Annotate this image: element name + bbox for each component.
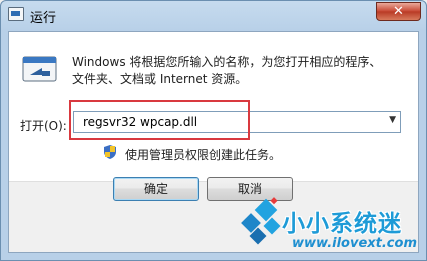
run-app-icon: [8, 7, 24, 21]
ok-button[interactable]: 确定: [113, 177, 199, 201]
description-line-2: 文件夹、文档或 Internet 资源。: [72, 72, 248, 86]
run-app-icon: [22, 56, 57, 82]
window-title: 运行: [30, 11, 57, 26]
highlight-box: [69, 100, 250, 140]
run-dialog: 运行 ✕ Windows 将根据您所输入的名称，为您打开相应的程序、 文件夹、文…: [0, 0, 427, 261]
dropdown-arrow-icon[interactable]: ▼: [389, 115, 396, 125]
description-text: Windows 将根据您所输入的名称，为您打开相应的程序、 文件夹、文档或 In…: [72, 54, 402, 88]
open-label: 打开(O):: [20, 119, 67, 133]
uac-shield-icon: [104, 145, 116, 159]
admin-privilege-note: 使用管理员权限创建此任务。: [125, 148, 282, 162]
close-button[interactable]: ✕: [376, 2, 421, 21]
description-line-1: Windows 将根据您所输入的名称，为您打开相应的程序、: [72, 55, 382, 69]
title-bar: 运行 ✕: [1, 1, 426, 31]
dialog-body: Windows 将根据您所输入的名称，为您打开相应的程序、 文件夹、文档或 In…: [8, 31, 419, 253]
cancel-button[interactable]: 取消: [207, 177, 293, 201]
